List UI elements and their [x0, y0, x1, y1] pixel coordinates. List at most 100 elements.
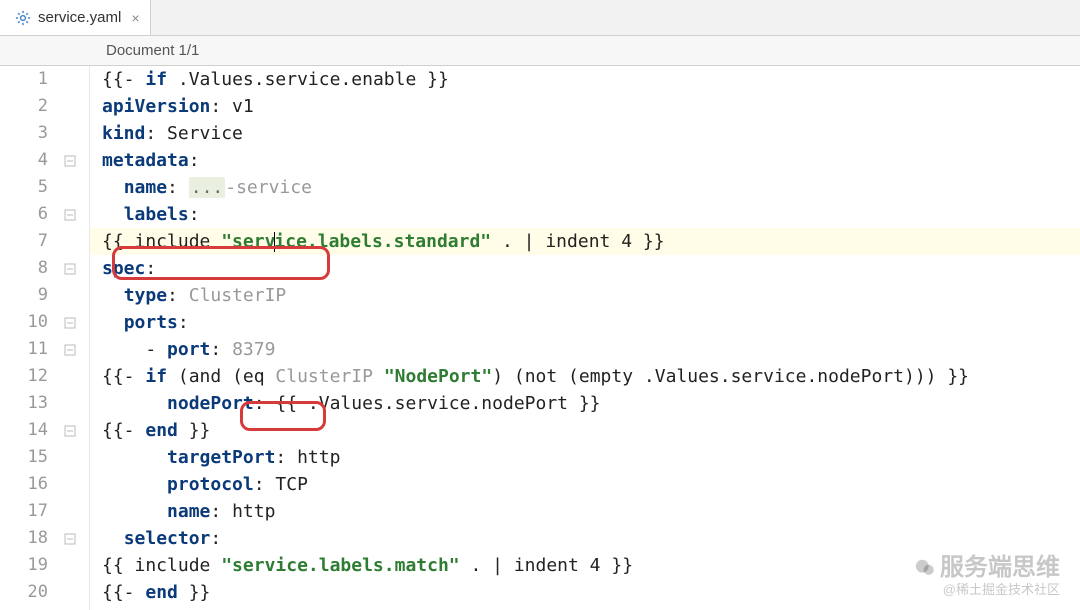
- fold-toggle-icon[interactable]: [64, 317, 76, 329]
- code-token: labels: [124, 204, 189, 225]
- code-token: . | indent 4 }}: [491, 231, 664, 252]
- code-line[interactable]: name: http: [102, 498, 1080, 525]
- code-line[interactable]: {{- end }}: [102, 417, 1080, 444]
- code-token: :: [145, 258, 156, 279]
- code-token: [102, 312, 124, 333]
- line-number: 7: [0, 228, 62, 255]
- code-token: : http: [275, 447, 340, 468]
- line-number: 3: [0, 120, 62, 147]
- line-number-gutter: 1234567891011121314151617181920: [0, 66, 62, 610]
- code-token: {{-: [102, 582, 145, 603]
- fold-toggle-icon[interactable]: [64, 209, 76, 221]
- code-token: -: [102, 339, 167, 360]
- code-token: [102, 177, 124, 198]
- line-number: 18: [0, 525, 62, 552]
- code-token: nodePort: [167, 393, 254, 414]
- code-token: name: [167, 501, 210, 522]
- line-number: 2: [0, 93, 62, 120]
- code-token: :: [167, 285, 189, 306]
- breadcrumb-text[interactable]: Document 1/1: [106, 42, 199, 59]
- yaml-file-icon: [14, 9, 32, 27]
- code-line[interactable]: {{- if (and (eq ClusterIP "NodePort") (n…: [102, 363, 1080, 390]
- code-token: 8379: [232, 339, 275, 360]
- code-token: [373, 366, 384, 387]
- fold-toggle-icon[interactable]: [64, 533, 76, 545]
- code-token: ...: [189, 177, 226, 198]
- code-line[interactable]: apiVersion: v1: [102, 93, 1080, 120]
- code-token: "NodePort": [384, 366, 492, 387]
- code-token: type: [124, 285, 167, 306]
- code-token: }}: [178, 582, 211, 603]
- code-token: protocol: [167, 474, 254, 495]
- code-token: selector: [124, 528, 211, 549]
- code-editor[interactable]: 1234567891011121314151617181920 {{- if .…: [0, 66, 1080, 610]
- code-token: -service: [225, 177, 312, 198]
- code-token: if: [145, 366, 167, 387]
- breadcrumb-bar: Document 1/1: [0, 36, 1080, 66]
- code-line[interactable]: {{ include "service.labels.standard" . |…: [90, 228, 1080, 255]
- code-token: ClusterIP: [189, 285, 287, 306]
- fold-toggle-icon[interactable]: [64, 155, 76, 167]
- line-number: 13: [0, 390, 62, 417]
- fold-gutter: [62, 66, 90, 610]
- line-number: 6: [0, 201, 62, 228]
- code-token: . | indent 4 }}: [460, 555, 633, 576]
- code-token: :: [210, 339, 232, 360]
- line-number: 10: [0, 309, 62, 336]
- line-number: 16: [0, 471, 62, 498]
- code-line[interactable]: spec:: [102, 255, 1080, 282]
- code-token: end: [145, 582, 178, 603]
- fold-toggle-icon[interactable]: [64, 263, 76, 275]
- code-token: {{-: [102, 420, 145, 441]
- line-number: 1: [0, 66, 62, 93]
- code-line[interactable]: ports:: [102, 309, 1080, 336]
- watermark-line2: @稀土掘金技术社区: [914, 582, 1060, 598]
- code-token: :: [189, 150, 200, 171]
- code-token: ) (not (empty .Values.service.nodePort))…: [492, 366, 969, 387]
- code-line[interactable]: {{- if .Values.service.enable }}: [102, 66, 1080, 93]
- code-token: metadata: [102, 150, 189, 171]
- code-line[interactable]: name: ...-service: [102, 174, 1080, 201]
- code-area[interactable]: {{- if .Values.service.enable }}apiVersi…: [90, 66, 1080, 610]
- line-number: 20: [0, 579, 62, 606]
- code-line[interactable]: selector:: [102, 525, 1080, 552]
- code-token: [102, 204, 124, 225]
- watermark: 服务端思维 @稀土掘金技术社区: [914, 554, 1060, 598]
- code-line[interactable]: type: ClusterIP: [102, 282, 1080, 309]
- tab-bar: service.yaml ×: [0, 0, 1080, 36]
- code-token: :: [210, 528, 221, 549]
- fold-toggle-icon[interactable]: [64, 344, 76, 356]
- line-number: 12: [0, 363, 62, 390]
- fold-toggle-icon[interactable]: [64, 425, 76, 437]
- code-token: spec: [102, 258, 145, 279]
- code-token: if: [145, 69, 167, 90]
- code-line[interactable]: kind: Service: [102, 120, 1080, 147]
- code-line[interactable]: labels:: [102, 201, 1080, 228]
- code-token: :: [167, 177, 189, 198]
- close-tab-icon[interactable]: ×: [127, 10, 139, 26]
- file-tab[interactable]: service.yaml ×: [0, 0, 151, 35]
- line-number: 9: [0, 282, 62, 309]
- code-token: : TCP: [254, 474, 308, 495]
- code-token: }}: [178, 420, 211, 441]
- code-token: name: [124, 177, 167, 198]
- code-token: targetPort: [167, 447, 275, 468]
- code-token: :: [189, 204, 200, 225]
- code-token: {{-: [102, 69, 145, 90]
- code-token: : v1: [210, 96, 253, 117]
- code-token: ice.labels.standard": [274, 231, 491, 252]
- code-line[interactable]: metadata:: [102, 147, 1080, 174]
- line-number: 14: [0, 417, 62, 444]
- code-line[interactable]: targetPort: http: [102, 444, 1080, 471]
- code-token: apiVersion: [102, 96, 210, 117]
- code-line[interactable]: protocol: TCP: [102, 471, 1080, 498]
- code-line[interactable]: nodePort: {{ .Values.service.nodePort }}: [102, 390, 1080, 417]
- code-token: : Service: [145, 123, 243, 144]
- code-token: .Values.service.enable }}: [167, 69, 449, 90]
- code-token: :: [178, 312, 189, 333]
- line-number: 19: [0, 552, 62, 579]
- code-token: "service.labels.match": [221, 555, 459, 576]
- watermark-line1: 服务端思维: [940, 554, 1060, 581]
- code-token: end: [145, 420, 178, 441]
- code-line[interactable]: - port: 8379: [102, 336, 1080, 363]
